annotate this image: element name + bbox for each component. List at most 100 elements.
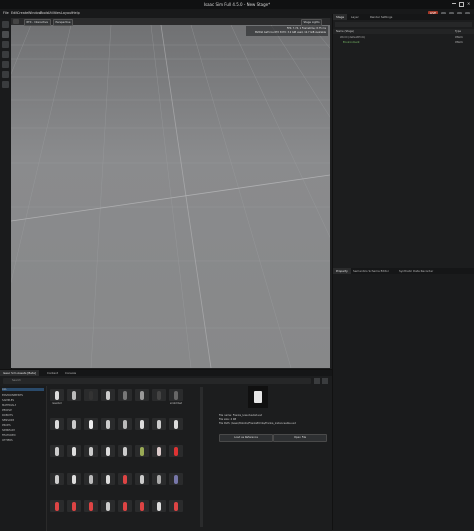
asset-thumbnail[interactable] — [101, 389, 115, 401]
asset-thumbnail[interactable] — [135, 418, 149, 430]
tree-item-materials[interactable]: MATERIALS — [2, 404, 16, 407]
snap-tool-icon[interactable] — [2, 71, 9, 78]
stage-tabs: Stage Layer Render Settings — [333, 14, 474, 20]
close-icon[interactable]: ✕ — [467, 1, 470, 6]
tab-layer[interactable]: Layer — [348, 14, 362, 20]
tab-content[interactable]: Content — [44, 370, 61, 376]
grid-scrollbar[interactable] — [200, 387, 203, 527]
tab-semantics[interactable]: Semantics Schema Editor — [350, 268, 392, 274]
tab-isaac-assets[interactable]: Isaac Sim Assets [Beta] — [0, 370, 39, 376]
load-as-reference-button[interactable]: Load as Reference — [219, 434, 273, 442]
asset-thumbnail[interactable] — [118, 445, 132, 457]
asset-thumbnail[interactable] — [50, 445, 64, 457]
asset-thumbnail[interactable] — [67, 500, 81, 512]
viewport-settings-icon[interactable] — [13, 19, 19, 24]
tab-stage[interactable]: Stage — [333, 14, 348, 20]
asset-label: scratchbed — [169, 402, 183, 405]
asset-thumbnail[interactable] — [84, 418, 98, 430]
stage-row-environment[interactable]: Environment Xform — [333, 40, 474, 45]
tree-item-featured[interactable]: FEATURED — [2, 434, 16, 437]
scale-tool-icon[interactable] — [2, 61, 9, 68]
asset-thumbnail[interactable] — [118, 500, 132, 512]
asset-thumbnail[interactable] — [169, 500, 183, 512]
maximize-icon[interactable] — [459, 2, 464, 7]
asset-thumbnail[interactable] — [169, 389, 183, 401]
type-column-header: Type — [455, 30, 461, 33]
asset-thumbnail[interactable] — [50, 418, 64, 430]
options-icon[interactable] — [322, 378, 328, 384]
asset-thumbnail[interactable] — [84, 473, 98, 485]
asset-thumbnail[interactable] — [118, 389, 132, 401]
viewport[interactable]: RTX - Interactive Perspective Stage Ligh… — [11, 18, 330, 368]
stage-panel: Stage Layer Render Settings Name (Stage)… — [332, 14, 474, 268]
tree-item-all[interactable]: ALL — [2, 388, 44, 391]
select-tool-icon[interactable] — [2, 21, 9, 28]
menu-create[interactable]: Create — [17, 11, 28, 15]
asset-thumbnail[interactable] — [67, 418, 81, 430]
asset-thumbnail[interactable] — [152, 389, 166, 401]
browser-tabs: Isaac Sim Assets [Beta] Content Console — [0, 370, 332, 376]
asset-preview-image — [248, 386, 268, 408]
stage-search-input[interactable] — [335, 22, 472, 27]
asset-thumbnail[interactable] — [152, 500, 166, 512]
tree-item-simready[interactable]: SIMREADY — [2, 429, 15, 432]
asset-thumbnail[interactable] — [152, 445, 166, 457]
tree-item-samples[interactable]: SAMPLES — [2, 399, 14, 402]
asset-thumbnail[interactable] — [135, 500, 149, 512]
menu-file[interactable]: File — [3, 11, 9, 15]
tree-item-robots[interactable]: ROBOTS — [2, 414, 13, 417]
title-bar: Isaac Sim Full 4.5.0 - New Stage* ✕ — [0, 0, 474, 9]
asset-thumbnail[interactable] — [169, 445, 183, 457]
tree-item-environments[interactable]: ENVIRONMENTS — [2, 394, 23, 397]
menu-help[interactable]: Help — [72, 11, 80, 15]
menu-utilities[interactable]: Utilities — [48, 11, 61, 15]
minimize-icon[interactable] — [452, 3, 456, 4]
render-mode-button[interactable]: RTX - Interactive — [24, 19, 51, 26]
asset-thumbnail[interactable] — [67, 389, 81, 401]
tab-render-settings[interactable]: Render Settings — [367, 14, 395, 20]
asset-thumbnail[interactable] — [101, 500, 115, 512]
asset-thumbnail[interactable] — [118, 473, 132, 485]
stage-lights-button[interactable]: Stage Lights — [301, 19, 323, 26]
asset-thumbnail[interactable] — [84, 389, 98, 401]
asset-thumbnail[interactable] — [67, 473, 81, 485]
asset-search-input[interactable]: Search — [3, 378, 311, 384]
tab-property[interactable]: Property — [333, 268, 351, 274]
camera-button[interactable]: Perspective — [53, 19, 74, 26]
window-title: Isaac Sim Full 4.5.0 - New Stage* — [203, 2, 271, 7]
asset-thumbnail[interactable] — [101, 418, 115, 430]
open-file-button[interactable]: Open File — [273, 434, 327, 442]
filter-icon[interactable] — [314, 378, 320, 384]
asset-thumbnail[interactable] — [135, 473, 149, 485]
asset-thumbnail[interactable] — [135, 389, 149, 401]
property-panel: Property Semantics Schema Editor Synthet… — [332, 268, 474, 530]
tree-item-props[interactable]: PROPS — [2, 424, 11, 427]
asset-thumbnail[interactable] — [152, 473, 166, 485]
tree-item-others[interactable]: OTHERS — [2, 439, 13, 442]
move-tool-icon[interactable] — [2, 41, 9, 48]
asset-thumbnail[interactable] — [67, 445, 81, 457]
asset-thumbnail[interactable] — [50, 389, 64, 401]
robot-preview-icon — [254, 391, 262, 403]
asset-thumbnail[interactable] — [84, 445, 98, 457]
tab-console[interactable]: Console — [62, 370, 79, 376]
tree-item-sensors[interactable]: SENSORS — [2, 419, 14, 422]
fps-stat: FPS: 7.74, 1 Frametime: 8.75 ms — [286, 27, 326, 30]
asset-thumbnail[interactable] — [50, 473, 64, 485]
asset-thumbnail[interactable] — [50, 500, 64, 512]
asset-thumbnail[interactable] — [169, 473, 183, 485]
menu-layout[interactable]: Layout — [61, 11, 73, 15]
stats-overlay: FPS: 7.74, 1 Frametime: 8.75 ms NVIDIA G… — [246, 26, 328, 36]
asset-thumbnail[interactable] — [152, 418, 166, 430]
asset-thumbnail[interactable] — [118, 418, 132, 430]
asset-thumbnail[interactable] — [101, 445, 115, 457]
asset-thumbnail[interactable] — [101, 473, 115, 485]
play-icon[interactable] — [2, 81, 9, 88]
pointer-tool-icon[interactable] — [2, 31, 9, 38]
tab-sdg-recorder[interactable]: Synthetic Data Recorder — [396, 268, 436, 274]
asset-thumbnail[interactable] — [84, 500, 98, 512]
rotate-tool-icon[interactable] — [2, 51, 9, 58]
asset-thumbnail[interactable] — [169, 418, 183, 430]
asset-thumbnail[interactable] — [135, 445, 149, 457]
tree-item-people[interactable]: PEOPLE — [2, 409, 12, 412]
